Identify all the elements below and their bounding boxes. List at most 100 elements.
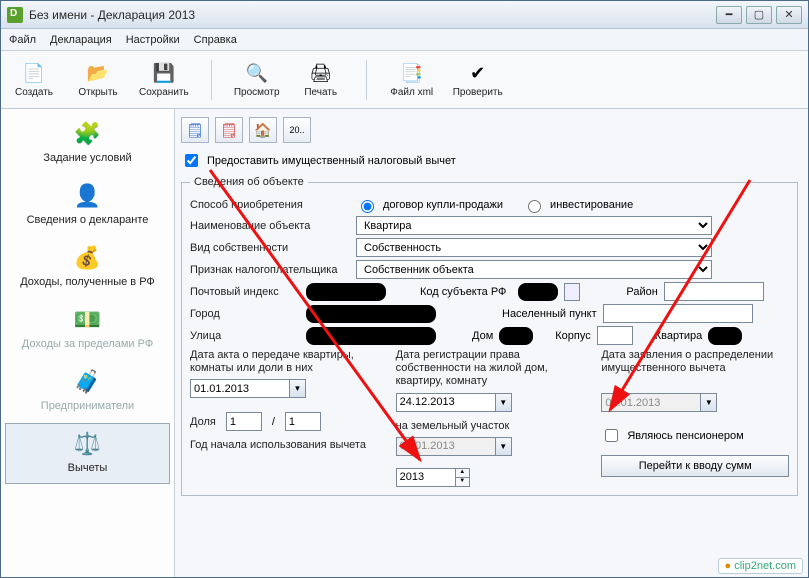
object-name-select[interactable]: Квартира xyxy=(356,216,712,235)
sidebar-item-income-abroad: 💵 Доходы за пределами РФ xyxy=(5,299,170,359)
year-input[interactable] xyxy=(396,468,456,487)
tool-preview[interactable]: 🔍 Просмотр xyxy=(234,61,280,98)
menu-settings[interactable]: Настройки xyxy=(126,34,180,46)
subject-lookup-button[interactable] xyxy=(564,283,580,301)
tool-create-label: Создать xyxy=(15,87,53,98)
radio-sale-label: договор купли-продажи xyxy=(383,199,503,211)
date-reg-input[interactable] xyxy=(396,393,496,412)
date-act-input[interactable] xyxy=(190,379,290,398)
object-name-label: Наименование объекта xyxy=(190,220,350,232)
pensioner-check[interactable]: Являюсь пенсионером xyxy=(601,426,789,445)
sidebar-label-conditions: Задание условий xyxy=(43,152,131,164)
subject-label: Код субъекта РФ xyxy=(420,286,506,298)
flat-redacted xyxy=(708,327,742,345)
date-act-picker[interactable]: ▼ xyxy=(290,379,306,398)
date-appl-picker: ▼ xyxy=(701,393,717,412)
menu-file[interactable]: Файл xyxy=(9,34,36,46)
date-act-label: Дата акта о передаче квартиры, комнаты и… xyxy=(190,349,378,375)
titlebar: Без имени - Декларация 2013 ━ ▢ ✕ xyxy=(1,1,808,29)
window-title: Без имени - Декларация 2013 xyxy=(29,8,195,22)
goto-sums-button[interactable]: Перейти к вводу сумм xyxy=(601,455,789,477)
date-reg-picker[interactable]: ▼ xyxy=(496,393,512,412)
ownership-label: Вид собственности xyxy=(190,242,350,254)
sidebar-item-income-rf[interactable]: 💰 Доходы, полученные в РФ xyxy=(5,237,170,297)
year-label: Год начала использования вычета xyxy=(190,439,378,452)
sidebar-label-deductions: Вычеты xyxy=(68,462,108,474)
subtool-home[interactable]: 🏠 xyxy=(249,117,277,143)
house-label: Дом xyxy=(472,330,493,342)
watermark: ● clip2net.com xyxy=(718,558,803,574)
year-up[interactable]: ▲ xyxy=(456,469,469,478)
preview-icon: 🔍 xyxy=(245,61,269,85)
tool-open-label: Открыть xyxy=(78,87,117,98)
sidebar-item-declarant[interactable]: 👤 Сведения о декларанте xyxy=(5,175,170,235)
share-den-input[interactable] xyxy=(285,412,321,431)
date-land-label: на земельный участок xyxy=(396,420,584,433)
grant-deduction-checkbox[interactable] xyxy=(185,154,198,167)
new-file-icon: 📄 xyxy=(22,61,46,85)
maximize-button[interactable]: ▢ xyxy=(746,6,772,24)
sidebar-item-entrepreneurs: 🧳 Предприниматели xyxy=(5,361,170,421)
street-redacted xyxy=(306,327,436,345)
subtool-1[interactable]: 🗒 xyxy=(181,117,209,143)
toolbar-separator xyxy=(366,60,367,100)
check-icon: ✔ xyxy=(466,61,490,85)
date-appl-label: Дата заявления о распределении имуществе… xyxy=(601,349,789,375)
menu-declaration[interactable]: Декларация xyxy=(50,34,112,46)
conditions-icon: 🧩 xyxy=(72,120,104,148)
object-info-section: Сведения об объекте Способ приобретения … xyxy=(181,176,798,496)
radio-invest-input[interactable] xyxy=(528,200,541,213)
menu-help[interactable]: Справка xyxy=(194,34,237,46)
share-label: Доля xyxy=(190,416,216,428)
sidebar-item-conditions[interactable]: 🧩 Задание условий xyxy=(5,113,170,173)
sidebar-item-deductions[interactable]: ⚖️ Вычеты xyxy=(5,423,170,483)
building-label: Корпус xyxy=(555,330,590,342)
filexml-icon: 📑 xyxy=(400,61,424,85)
district-input[interactable] xyxy=(664,282,764,301)
year-down[interactable]: ▼ xyxy=(456,478,469,486)
tool-filexml-label: Файл xml xyxy=(390,87,433,98)
locality-input[interactable] xyxy=(603,304,753,323)
building-input[interactable] xyxy=(597,326,633,345)
date-reg-label: Дата регистрации права собственности на … xyxy=(396,349,584,389)
taxpayer-select[interactable]: Собственник объекта xyxy=(356,260,712,279)
tool-save-label: Сохранить xyxy=(139,87,189,98)
radio-invest[interactable]: инвестирование xyxy=(523,197,633,213)
tool-open[interactable]: 📂 Открыть xyxy=(75,61,121,98)
ownership-select[interactable]: Собственность xyxy=(356,238,712,257)
street-label: Улица xyxy=(190,330,300,342)
tool-create[interactable]: 📄 Создать xyxy=(11,61,57,98)
subtool-year[interactable]: 20.. xyxy=(283,117,311,143)
sidebar-label-declarant: Сведения о декларанте xyxy=(27,214,149,226)
tool-preview-label: Просмотр xyxy=(234,87,280,98)
menubar: Файл Декларация Настройки Справка xyxy=(1,29,808,51)
date-land-input xyxy=(396,437,496,456)
sub-toolbar: 🗒 🗒 🏠 20.. xyxy=(181,115,798,149)
coins-icon: 💰 xyxy=(72,244,104,272)
date-land-picker: ▼ xyxy=(496,437,512,456)
app-icon xyxy=(7,7,23,23)
tool-filexml[interactable]: 📑 Файл xml xyxy=(389,61,435,98)
date-appl-input xyxy=(601,393,701,412)
tool-print-label: Печать xyxy=(304,87,337,98)
close-button[interactable]: ✕ xyxy=(776,6,802,24)
radio-sale-input[interactable] xyxy=(361,200,374,213)
district-label: Район xyxy=(626,286,657,298)
house-redacted xyxy=(499,327,533,345)
subtool-2[interactable]: 🗒 xyxy=(215,117,243,143)
grant-deduction-label: Предоставить имущественный налоговый выч… xyxy=(207,155,456,167)
postal-redacted xyxy=(306,283,386,301)
save-icon: 💾 xyxy=(152,61,176,85)
locality-label: Населенный пункт xyxy=(502,308,597,320)
toolbar-separator xyxy=(211,60,212,100)
sidebar: 🧩 Задание условий 👤 Сведения о декларант… xyxy=(1,109,175,577)
radio-sale[interactable]: договор купли-продажи xyxy=(356,197,503,213)
pensioner-checkbox[interactable] xyxy=(605,429,618,442)
tool-print[interactable]: 🖨 Печать xyxy=(298,61,344,98)
postal-label: Почтовый индекс xyxy=(190,286,300,298)
tool-check[interactable]: ✔ Проверить xyxy=(453,61,503,98)
share-num-input[interactable] xyxy=(226,412,262,431)
minimize-button[interactable]: ━ xyxy=(716,6,742,24)
flat-label: Квартира xyxy=(655,330,703,342)
tool-save[interactable]: 💾 Сохранить xyxy=(139,61,189,98)
